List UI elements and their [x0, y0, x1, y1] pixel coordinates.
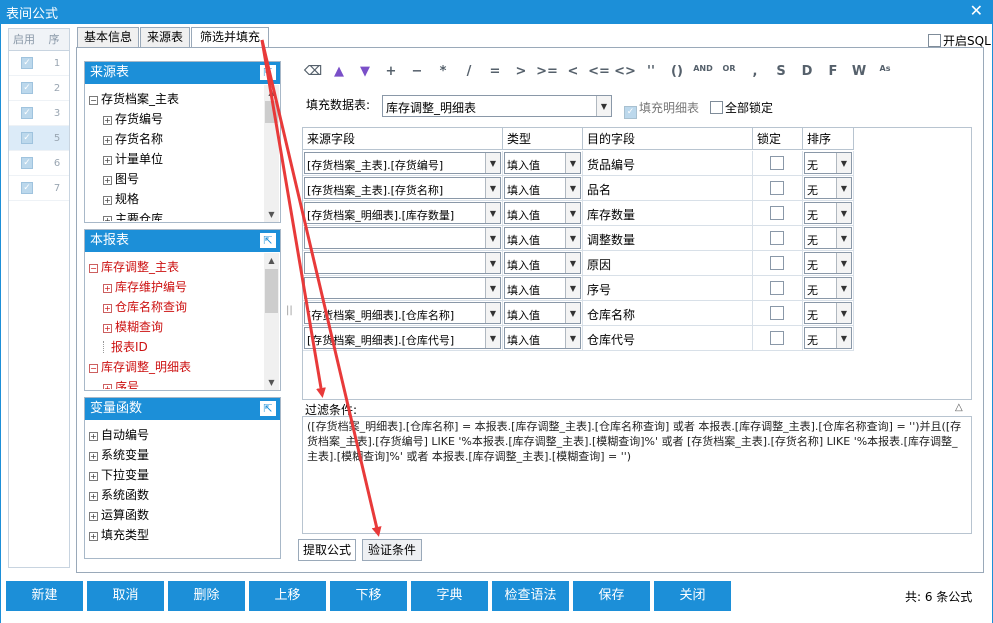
annotation-arrows: [260, 39, 382, 537]
arrow-to-validation: [260, 39, 382, 537]
arrow-to-filter: [260, 39, 326, 398]
